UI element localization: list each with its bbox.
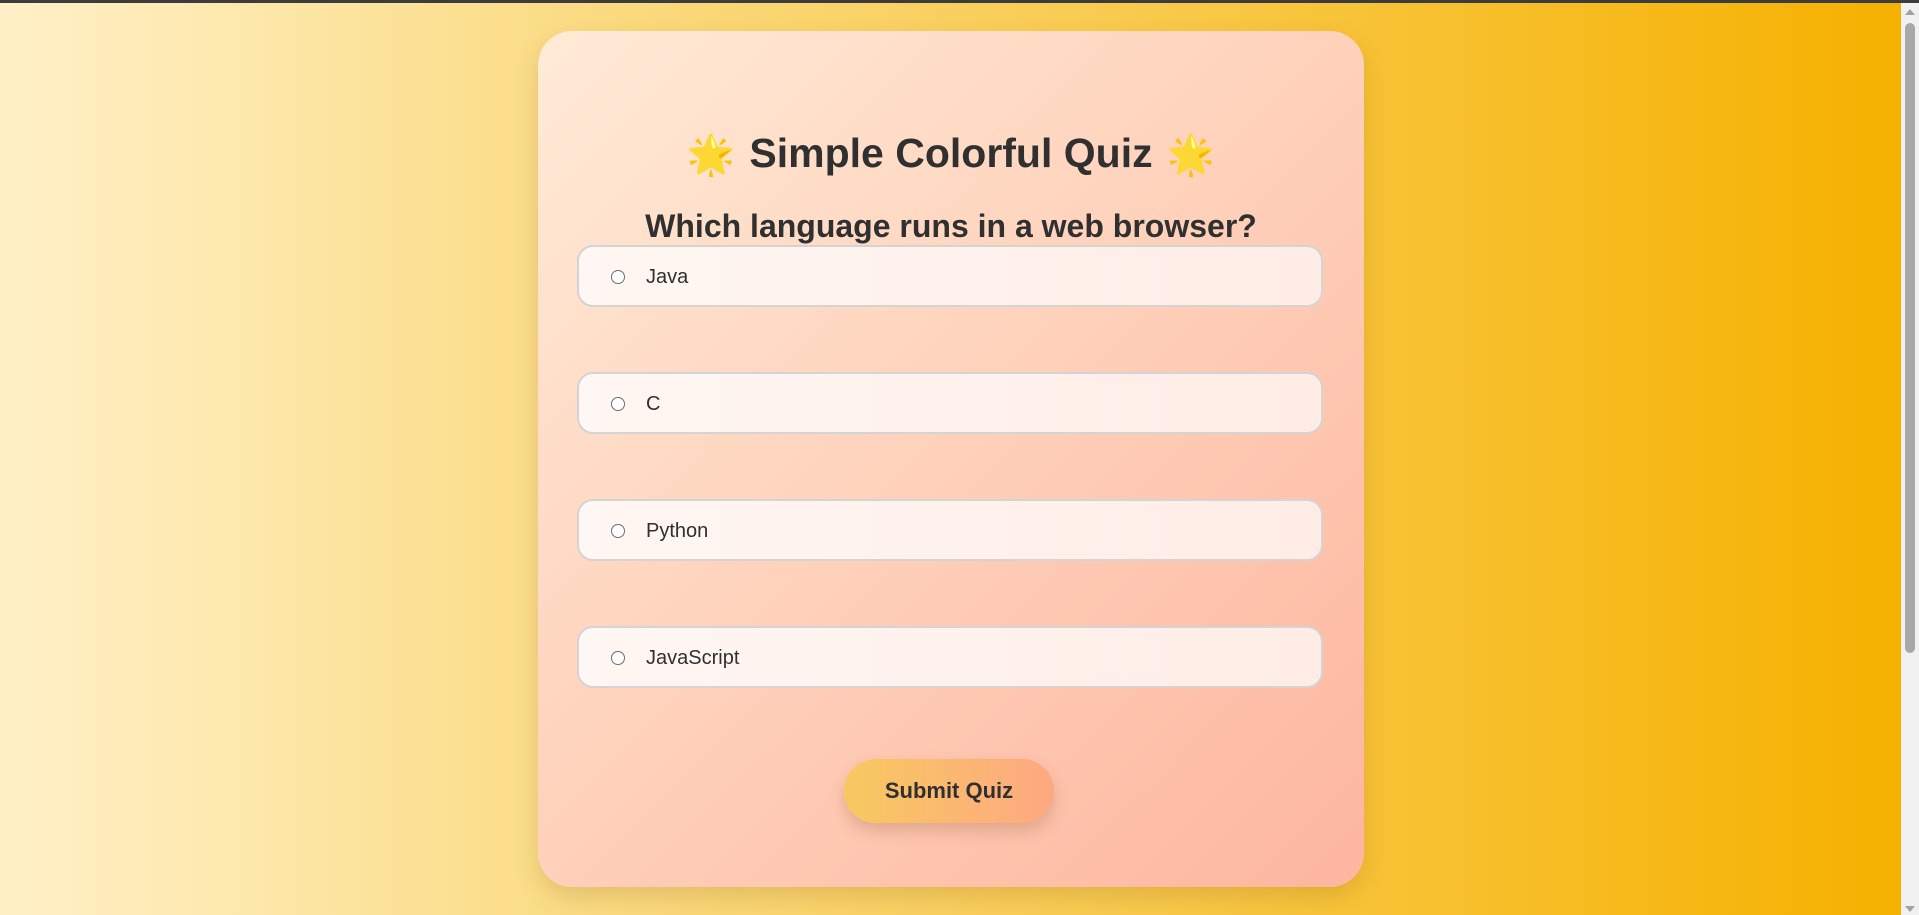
option-label: Java (646, 266, 689, 288)
scrollbar-thumb[interactable] (1905, 23, 1915, 653)
scroll-down-arrow-icon[interactable] (1905, 906, 1915, 912)
radio-button[interactable] (611, 397, 625, 411)
answer-option-java[interactable]: Java (577, 245, 1323, 307)
quiz-card: 🌟 Simple Colorful Quiz 🌟 Which language ru… (538, 31, 1364, 887)
quiz-title: 🌟 Simple Colorful Quiz 🌟 (538, 125, 1364, 184)
vertical-scrollbar[interactable] (1901, 3, 1919, 915)
radio-button[interactable] (611, 524, 625, 538)
option-label: Python (646, 520, 709, 542)
option-label: JavaScript (646, 647, 740, 669)
scroll-up-arrow-icon[interactable] (1905, 9, 1915, 15)
option-label: C (646, 393, 661, 415)
radio-button[interactable] (611, 651, 625, 665)
glowing-star-icon: 🌟 (686, 134, 736, 178)
answer-option-javascript[interactable]: JavaScript (577, 626, 1323, 688)
quiz-title-text: Simple Colorful Quiz (749, 130, 1153, 176)
glowing-star-icon: 🌟 (1166, 134, 1216, 178)
submit-quiz-button[interactable]: Submit Quiz (844, 759, 1054, 823)
question-text: Which language runs in a web browser? (645, 208, 1257, 244)
radio-button[interactable] (611, 270, 625, 284)
answer-option-c[interactable]: C (577, 372, 1323, 434)
page-background: 🌟 Simple Colorful Quiz 🌟 Which language ru… (0, 3, 1901, 915)
answer-option-python[interactable]: Python (577, 499, 1323, 561)
